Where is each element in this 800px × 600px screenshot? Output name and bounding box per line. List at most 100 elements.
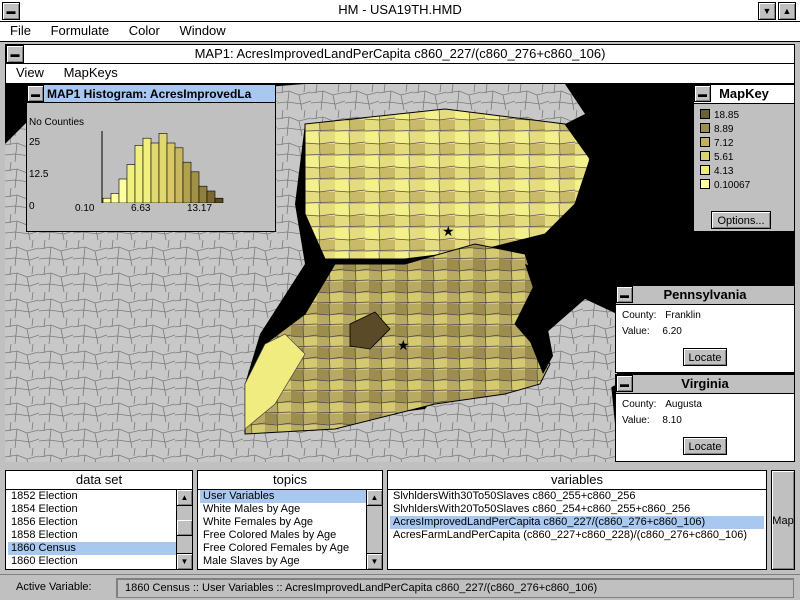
app-title: HM - USA19TH.HMD	[338, 2, 462, 17]
histogram-x-tick-min: 0.10	[75, 203, 95, 214]
histogram-y-tick-12-5: 12.5	[29, 169, 49, 180]
va-value: 8.10	[662, 415, 682, 426]
pa-county-label: County:	[622, 310, 657, 321]
histogram-bar	[102, 197, 112, 203]
dataset-item[interactable]: 1852 Election	[8, 490, 176, 503]
variables-title: variables	[388, 471, 766, 490]
pa-value-row: Value: 6.20	[622, 326, 682, 337]
dataset-list[interactable]: 1852 Election 1854 Election 1856 Election 1…	[8, 490, 176, 568]
pa-value: 6.20	[662, 326, 682, 337]
mapkey-entry: 0.10067	[700, 179, 750, 193]
mapkey-swatch	[700, 137, 710, 147]
histogram-bar	[142, 137, 152, 203]
variables-item[interactable]: AcresImprovedLandPerCapita c860_227/(c86…	[390, 516, 764, 529]
mapkey-window: ▬ MapKey 18.85 8.89 7.12 5.61 4.13 0.10067 Op…	[693, 84, 795, 232]
dataset-item[interactable]: 1854 Election	[8, 503, 176, 516]
mapkey-entry: 5.61	[700, 151, 750, 165]
dataset-panel: data set 1852 Election 1854 Election 1856 …	[5, 470, 193, 570]
pa-locate-marker: ★	[442, 224, 455, 240]
pa-locate-button[interactable]: Locate	[683, 348, 727, 366]
scroll-up-icon[interactable]: ▲	[177, 490, 192, 506]
mapkey-label: 5.61	[714, 152, 734, 163]
va-county-value: Augusta	[665, 399, 702, 410]
mapkey-swatch	[700, 151, 710, 161]
histogram-x-tick-max: 13.17	[187, 203, 213, 214]
histogram-y-label: No Counties	[29, 117, 85, 128]
histogram-y-tick-25: 25	[29, 137, 41, 148]
variables-panel: variables SlvhldersWith30To50Slaves c860…	[387, 470, 767, 570]
histogram-bar	[214, 197, 224, 203]
histogram-bar	[174, 147, 184, 203]
maximize-button[interactable]: ▲	[778, 2, 796, 20]
menu-window[interactable]: Window	[179, 23, 225, 38]
histogram-bar	[158, 133, 168, 203]
histogram-bar	[198, 185, 208, 203]
va-locate-button[interactable]: Locate	[683, 437, 727, 455]
mapkey-swatch	[700, 179, 710, 189]
variables-item[interactable]: SlvhldersWith30To50Slaves c860_255+c860_…	[390, 490, 764, 503]
map-menubar: View MapKeys	[5, 64, 795, 84]
va-system-menu-button[interactable]: ▬	[616, 375, 633, 392]
map-button[interactable]: Map	[771, 470, 795, 570]
variables-list[interactable]: SlvhldersWith30To50Slaves c860_255+c860_…	[390, 490, 764, 568]
menu-color[interactable]: Color	[129, 23, 160, 38]
topics-list[interactable]: User Variables White Males by Age White Fe…	[200, 490, 366, 568]
histogram-bar	[118, 178, 128, 203]
mapkey-entries: 18.85 8.89 7.12 5.61 4.13 0.10067	[700, 109, 750, 193]
va-county-label: County:	[622, 399, 657, 410]
histogram-system-menu-button[interactable]: ▬	[27, 85, 44, 102]
pennsylvania-title: Pennsylvania	[663, 287, 747, 302]
mapkey-label: 0.10067	[714, 180, 751, 191]
topics-item[interactable]: White Males by Age	[200, 503, 366, 516]
virginia-titlebar: ▬ Virginia	[616, 375, 794, 394]
options-button[interactable]: Options...	[711, 211, 771, 229]
dataset-item[interactable]: 1858 Election	[8, 529, 176, 542]
topics-panel: topics User Variables White Males by Age W…	[197, 470, 383, 570]
topics-item[interactable]: White Females by Age	[200, 516, 366, 529]
histogram-y-tick-0: 0	[29, 201, 35, 212]
topics-item[interactable]: Free Colored Males by Age	[200, 529, 366, 542]
status-value-box: 1860 Census :: User Variables :: AcresIm…	[116, 578, 794, 598]
pa-system-menu-button[interactable]: ▬	[616, 286, 633, 303]
va-county-row: County: Augusta	[622, 399, 702, 410]
histogram-bar	[166, 142, 176, 203]
status-bar: Active Variable: 1860 Census :: User Var…	[0, 574, 800, 600]
pa-county-row: County: Franklin	[622, 310, 701, 321]
topics-scrollbar[interactable]: ▲ ▼	[366, 490, 382, 569]
mapkey-label: 8.89	[714, 124, 734, 135]
menu-file[interactable]: File	[10, 23, 31, 38]
app-menubar: File Formulate Color Window	[0, 22, 800, 42]
menu-formulate[interactable]: Formulate	[51, 23, 110, 38]
scroll-up-icon[interactable]: ▲	[367, 490, 382, 506]
mapkey-swatch	[700, 165, 710, 175]
va-value-label: Value:	[622, 415, 650, 426]
minimize-button[interactable]: ▼	[758, 2, 776, 20]
dataset-scrollbar[interactable]: ▲ ▼	[176, 490, 192, 569]
map-system-menu-button[interactable]: ▬	[6, 45, 24, 63]
variables-item[interactable]: AcresFarmLandPerCapita (c860_227+c860_22…	[390, 529, 764, 542]
histogram-titlebar: MAP1 Histogram: AcresImprovedLa	[27, 85, 275, 103]
dataset-item[interactable]: 1856 Election	[8, 516, 176, 529]
topics-item[interactable]: Male Slaves by Age	[200, 555, 366, 568]
mapkey-system-menu-button[interactable]: ▬	[694, 85, 711, 102]
dataset-item[interactable]: 1860 Election	[8, 555, 176, 568]
map-window-titlebar: ▬ MAP1: AcresImprovedLandPerCapita c860_…	[5, 44, 795, 64]
pennsylvania-info-window: ▬ Pennsylvania County: Franklin Value: 6…	[615, 285, 795, 373]
dataset-item[interactable]: 1860 Census	[8, 542, 176, 555]
system-menu-button[interactable]: ▬	[2, 2, 20, 20]
scroll-down-icon[interactable]: ▼	[367, 553, 382, 569]
mapkey-swatch	[700, 109, 710, 119]
mapkey-title: MapKey	[719, 86, 769, 101]
variables-item[interactable]: SlvhldersWith20To50Slaves c860_254+c860_…	[390, 503, 764, 516]
histogram-window: MAP1 Histogram: AcresImprovedLa ▬ No Cou…	[26, 84, 276, 232]
menu-mapkeys[interactable]: MapKeys	[64, 65, 118, 80]
histogram-bar	[110, 193, 120, 203]
topics-item[interactable]: User Variables	[200, 490, 366, 503]
scroll-down-icon[interactable]: ▼	[177, 553, 192, 569]
virginia-title: Virginia	[681, 376, 729, 391]
menu-view[interactable]: View	[16, 65, 44, 80]
histogram-bar	[150, 142, 160, 203]
scroll-thumb[interactable]	[177, 520, 192, 536]
topics-item[interactable]: Free Colored Females by Age	[200, 542, 366, 555]
histogram-title: MAP1 Histogram: AcresImprovedLa	[47, 87, 252, 101]
